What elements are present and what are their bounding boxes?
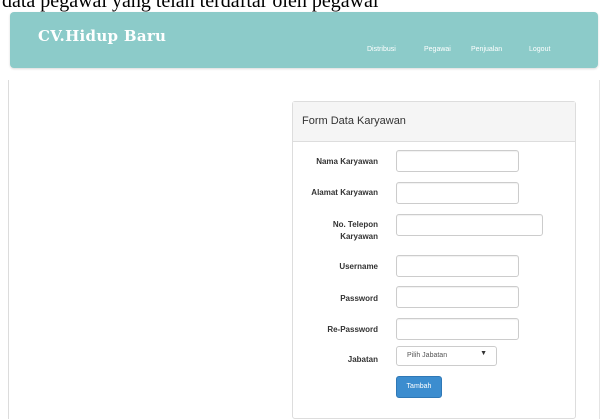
page-left-border (8, 80, 9, 419)
brand-logo-text[interactable]: CV.Hidup Baru (38, 27, 166, 45)
label-nama-karyawan: Nama Karyawan (316, 157, 378, 166)
caret-down-icon: ▼ (480, 350, 487, 357)
nama-karyawan-input[interactable] (396, 150, 519, 172)
page: data pegawai yang telah terdaftar oleh p… (0, 0, 601, 419)
label-re-password: Re-Password (327, 325, 378, 334)
nav-link-penjualan[interactable]: Penjualan (471, 46, 502, 53)
label-username: Username (339, 262, 378, 271)
jabatan-selected-value: Pilih Jabatan (407, 352, 448, 359)
nav-link-logout[interactable]: Logout (529, 46, 550, 53)
label-no-telepon-line1: No. Telepon (332, 220, 378, 229)
form-panel-title: Form Data Karyawan (293, 102, 575, 142)
password-input[interactable] (396, 286, 519, 308)
username-input[interactable] (396, 255, 519, 277)
top-navbar: CV.Hidup Baru Distribusi Pegawai Penjual… (10, 12, 598, 68)
no-telepon-input[interactable] (396, 214, 543, 236)
label-password: Password (340, 294, 378, 303)
nav-link-pegawai[interactable]: Pegawai (424, 46, 451, 53)
jabatan-select[interactable]: Pilih Jabatan ▼ (396, 346, 497, 366)
label-no-telepon-line2: Karyawan (340, 232, 378, 241)
re-password-input[interactable] (396, 318, 519, 340)
alamat-karyawan-input[interactable] (396, 182, 519, 204)
label-jabatan: Jabatan (347, 355, 378, 364)
nav-link-distribusi[interactable]: Distribusi (367, 46, 396, 53)
page-right-border (599, 80, 600, 419)
label-alamat-karyawan: Alamat Karyawan (311, 188, 378, 197)
tambah-button[interactable]: Tambah (396, 376, 442, 398)
